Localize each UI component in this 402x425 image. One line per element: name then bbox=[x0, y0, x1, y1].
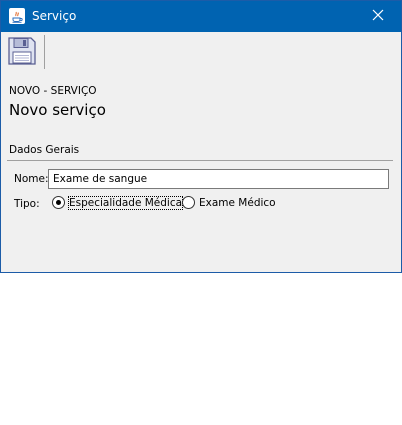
page-title: Novo serviço bbox=[9, 101, 106, 119]
java-icon bbox=[9, 8, 25, 24]
radio-label[interactable]: Especialidade Médica bbox=[67, 195, 184, 210]
floppy-disk-icon bbox=[7, 36, 37, 69]
radio-especialidade-medica[interactable]: Especialidade Médica bbox=[52, 195, 184, 210]
page-subtitle: NOVO - SERVIÇO bbox=[9, 85, 97, 97]
radio-button-selected[interactable] bbox=[52, 196, 65, 209]
tipo-label: Tipo: bbox=[14, 198, 40, 210]
service-dialog-window: Serviço NOVO - SERVIÇO Novo serviço Dado… bbox=[0, 0, 402, 273]
window-title: Serviço bbox=[32, 9, 77, 23]
section-divider bbox=[7, 160, 393, 161]
radio-exame-medico[interactable]: Exame Médico bbox=[182, 196, 276, 209]
title-bar[interactable]: Serviço bbox=[1, 1, 401, 32]
section-title: Dados Gerais bbox=[9, 144, 80, 156]
close-button[interactable] bbox=[355, 1, 401, 32]
close-icon bbox=[372, 9, 384, 24]
radio-label[interactable]: Exame Médico bbox=[199, 197, 276, 209]
name-label: Nome: bbox=[14, 173, 49, 185]
name-input[interactable] bbox=[48, 169, 389, 189]
toolbar bbox=[1, 32, 401, 72]
radio-button-unselected[interactable] bbox=[182, 196, 195, 209]
toolbar-separator bbox=[44, 35, 45, 69]
save-button[interactable] bbox=[6, 36, 38, 68]
radio-dot bbox=[56, 200, 61, 205]
